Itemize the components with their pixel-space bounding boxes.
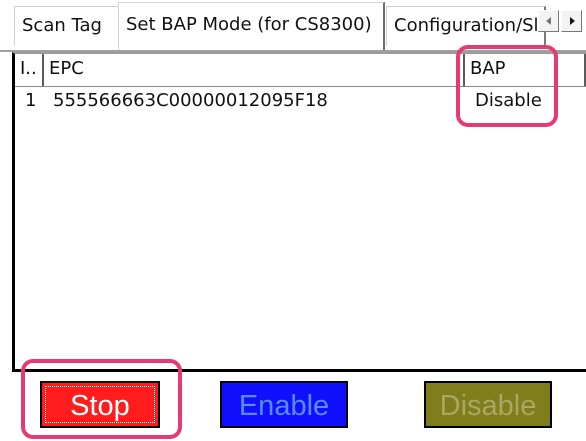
set-bap-mode-window: Scan Tag Set BAP Mode (for CS8300) Confi…: [0, 0, 586, 441]
tab-scroll-left-button[interactable]: [538, 10, 559, 32]
epc-value: 555566663C00000012095F18: [53, 90, 328, 111]
table-row[interactable]: 1 555566663C00000012095F18 Disable: [15, 87, 586, 115]
chevron-right-icon: [570, 17, 575, 25]
row-index: 1: [25, 90, 37, 111]
list-bottom-border: [12, 369, 586, 372]
tab-scan-tag[interactable]: Scan Tag: [14, 6, 121, 46]
chevron-left-icon: [546, 17, 551, 25]
tab-scroll-right-button[interactable]: [561, 10, 582, 32]
tag-list: I.. EPC BAP 1 555566663C00000012095F18 D…: [12, 52, 586, 369]
tab-configuration[interactable]: Configuration/Sl: [386, 6, 546, 46]
bap-column-header[interactable]: BAP: [465, 54, 586, 86]
index-column-header[interactable]: I..: [15, 54, 44, 86]
tab-set-bap-mode[interactable]: Set BAP Mode (for CS8300): [118, 2, 385, 50]
table-header: I.. EPC BAP: [15, 54, 586, 87]
stop-button[interactable]: Stop: [40, 381, 160, 428]
epc-column-header[interactable]: EPC: [44, 54, 465, 86]
disable-button[interactable]: Disable: [424, 381, 552, 428]
stop-button-label: Stop: [70, 390, 130, 422]
bap-status: Disable: [475, 90, 542, 111]
enable-button[interactable]: Enable: [220, 381, 348, 428]
tab-strip: Scan Tag Set BAP Mode (for CS8300) Confi…: [0, 0, 586, 52]
